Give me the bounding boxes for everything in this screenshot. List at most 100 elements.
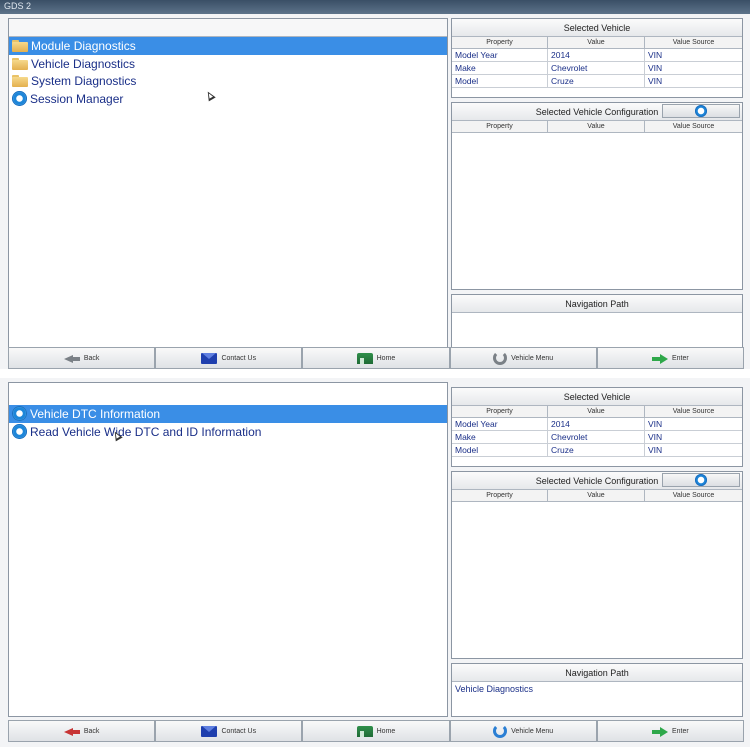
contact-us-label: Contact Us: [221, 354, 257, 362]
diagnostics-tree-panel: Vehicle DTC Information Read Vehicle Wid…: [8, 382, 448, 717]
table-row: Model Cruze VIN: [452, 444, 742, 457]
cell-value: 2014: [548, 49, 645, 61]
enter-button[interactable]: Enter: [596, 347, 744, 369]
home-label: Home: [376, 727, 396, 735]
selected-vehicle-title: Selected Vehicle: [452, 388, 742, 406]
tree-item-label: System Diagnostics: [31, 74, 137, 89]
vehicle-configuration-title: Selected Vehicle Configuration: [535, 106, 659, 117]
cell-property: Model: [452, 75, 548, 87]
cell-value-source: VIN: [648, 432, 663, 442]
column-header-property: Property: [452, 121, 548, 132]
back-arrow-icon: [63, 353, 80, 364]
home-icon: [356, 725, 373, 737]
folder-icon: [12, 39, 28, 52]
tree-item-system-diagnostics[interactable]: System Diagnostics: [9, 72, 447, 90]
table-row: Model Cruze VIN: [452, 75, 742, 88]
navigation-path-panel: Navigation Path: [451, 294, 743, 348]
cell-value-source: VIN: [648, 445, 663, 455]
tree-item-label: Vehicle Diagnostics: [31, 56, 136, 71]
column-header-property: Property: [452, 406, 548, 417]
cell-value-source: VIN: [648, 50, 663, 60]
refresh-configuration-button[interactable]: [662, 473, 740, 487]
contact-us-label: Contact Us: [221, 727, 257, 735]
tree-item-label: Read Vehicle Wide DTC and ID Information: [30, 424, 262, 439]
selected-vehicle-columns: Property Value Value Source: [452, 406, 742, 418]
cell-value: Chevrolet: [548, 431, 645, 443]
contact-us-button[interactable]: Contact Us: [155, 720, 303, 742]
bottom-button-bar: Back Contact Us Home Vehicle Menu Enter: [8, 720, 744, 742]
vehicle-menu-button[interactable]: Vehicle Menu: [449, 347, 597, 369]
selected-vehicle-columns: Property Value Value Source: [452, 37, 742, 49]
cell-value-source: VIN: [648, 76, 663, 86]
column-header-value: Value: [548, 406, 645, 417]
selected-vehicle-panel: Selected Vehicle Property Value Value So…: [451, 387, 743, 467]
cell-value: 2014: [548, 418, 645, 430]
tree-panel-header: [9, 19, 447, 37]
vehicle-configuration-panel: Selected Vehicle Configuration Property …: [451, 102, 743, 290]
envelope-icon: [201, 352, 218, 364]
cell-value: Cruze: [548, 75, 645, 87]
diagnostics-tree-panel: Module Diagnostics Vehicle Diagnostics S…: [8, 18, 448, 348]
vehicle-configuration-columns: Property Value Value Source: [452, 121, 742, 133]
screen-vehicle-diagnostics: Vehicle DTC Information Read Vehicle Wid…: [0, 378, 750, 747]
vehicle-configuration-title: Selected Vehicle Configuration: [535, 475, 659, 486]
diagnostics-tree: Vehicle DTC Information Read Vehicle Wid…: [9, 405, 447, 440]
tree-item-vehicle-diagnostics[interactable]: Vehicle Diagnostics: [9, 55, 447, 73]
navigation-path-panel: Navigation Path Vehicle Diagnostics: [451, 663, 743, 717]
cell-value-source: VIN: [648, 419, 663, 429]
back-button[interactable]: Back: [8, 720, 156, 742]
gear-icon: [12, 91, 27, 107]
table-row: Make Chevrolet VIN: [452, 62, 742, 75]
envelope-icon: [201, 725, 218, 737]
home-icon: [356, 352, 373, 364]
cell-value: Chevrolet: [548, 62, 645, 74]
tree-item-label: Vehicle DTC Information: [30, 406, 161, 421]
tree-item-label: Module Diagnostics: [31, 38, 136, 53]
column-header-property: Property: [452, 37, 548, 48]
vehicle-configuration-panel: Selected Vehicle Configuration Property …: [451, 471, 743, 659]
gear-icon: [12, 424, 27, 440]
enter-button[interactable]: Enter: [596, 720, 744, 742]
home-button[interactable]: Home: [302, 720, 450, 742]
vehicle-configuration-columns: Property Value Value Source: [452, 490, 742, 502]
tree-item-vehicle-dtc-information[interactable]: Vehicle DTC Information: [9, 405, 447, 423]
home-button[interactable]: Home: [302, 347, 450, 369]
table-row: Make Chevrolet VIN: [452, 431, 742, 444]
cell-value: Cruze: [548, 444, 645, 456]
selected-vehicle-panel: Selected Vehicle Property Value Value So…: [451, 18, 743, 98]
tree-item-read-vehicle-wide-dtc[interactable]: Read Vehicle Wide DTC and ID Information: [9, 423, 447, 441]
cell-value-source: VIN: [648, 63, 663, 73]
enter-arrow-icon: [651, 726, 668, 737]
cell-property: Model Year: [452, 418, 548, 430]
tree-item-module-diagnostics[interactable]: Module Diagnostics: [9, 37, 447, 55]
diagnostics-tree: Module Diagnostics Vehicle Diagnostics S…: [9, 37, 447, 108]
selected-vehicle-title: Selected Vehicle: [452, 19, 742, 37]
column-header-value-source: Value Source: [672, 39, 715, 46]
column-header-value: Value: [548, 490, 645, 501]
contact-us-button[interactable]: Contact Us: [155, 347, 303, 369]
column-header-property: Property: [452, 490, 548, 501]
tree-item-session-manager[interactable]: Session Manager: [9, 90, 447, 108]
vehicle-menu-label: Vehicle Menu: [511, 727, 554, 735]
table-row: Model Year 2014 VIN: [452, 49, 742, 62]
back-button[interactable]: Back: [8, 347, 156, 369]
column-header-value: Value: [548, 121, 645, 132]
navigation-path-title: Navigation Path: [452, 295, 742, 313]
folder-icon: [12, 57, 28, 70]
home-label: Home: [376, 354, 396, 362]
back-arrow-icon: [63, 726, 80, 737]
cell-property: Make: [452, 431, 548, 443]
column-header-value: Value: [548, 37, 645, 48]
gear-icon: [12, 406, 27, 422]
back-button-label: Back: [83, 727, 100, 735]
cell-property: Make: [452, 62, 548, 74]
back-button-label: Back: [83, 354, 100, 362]
screen-module-diagnostics: GDS 2 Module Diagnostics Vehicle Diagnos…: [0, 0, 750, 369]
vehicle-menu-icon: [493, 351, 508, 365]
refresh-configuration-button[interactable]: [662, 104, 740, 118]
enter-label: Enter: [671, 727, 689, 735]
enter-label: Enter: [671, 354, 689, 362]
column-header-value-source: Value Source: [672, 492, 715, 499]
vehicle-menu-button[interactable]: Vehicle Menu: [449, 720, 597, 742]
refresh-icon: [695, 105, 707, 117]
